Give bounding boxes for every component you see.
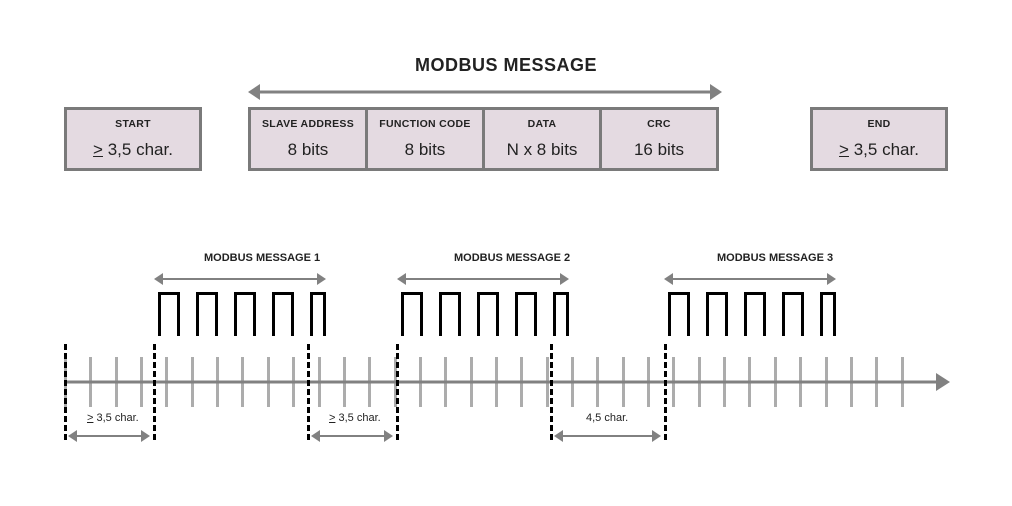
field-crc: CRC 16 bits <box>599 107 719 171</box>
message-span-arrow <box>154 272 326 286</box>
gap-dashed-line <box>307 344 310 440</box>
message-label: MODBUS MESSAGE 2 <box>454 252 570 264</box>
pulse <box>439 292 461 336</box>
message-span-arrow <box>664 272 836 286</box>
message-arrows <box>64 272 948 286</box>
gap-markers: > 3,5 char. > 3,5 char. 4,5 char. <box>64 412 948 460</box>
pulse <box>310 292 326 336</box>
message-label: MODBUS MESSAGE 1 <box>204 252 320 264</box>
field-start: START > 3,5 char. <box>64 107 202 171</box>
field-value: 8 bits <box>251 140 365 160</box>
field-header: START <box>67 118 199 130</box>
pulse <box>272 292 294 336</box>
field-slave-address: SLAVE ADDRESS 8 bits <box>248 107 368 171</box>
gap-dashed-line <box>550 344 553 440</box>
modbus-diagram: MODBUS MESSAGE START > 3,5 char. SLAVE A… <box>0 0 1012 506</box>
arrow-right-icon <box>936 373 950 391</box>
field-header: CRC <box>602 118 716 130</box>
field-value: > 3,5 char. <box>67 140 199 160</box>
diagram-title: MODBUS MESSAGE <box>0 55 1012 76</box>
pulse <box>515 292 537 336</box>
field-value: N x 8 bits <box>485 140 599 160</box>
pulses <box>64 292 948 338</box>
message-labels: MODBUS MESSAGE 1 MODBUS MESSAGE 2 MODBUS M… <box>64 252 948 270</box>
pulse <box>477 292 499 336</box>
time-axis <box>64 357 948 407</box>
pulse <box>234 292 256 336</box>
field-header: SLAVE ADDRESS <box>251 118 365 130</box>
pulse <box>706 292 728 336</box>
timeline: MODBUS MESSAGE 1 MODBUS MESSAGE 2 MODBUS M… <box>64 252 948 472</box>
field-value: 8 bits <box>368 140 482 160</box>
gap-label: > 3,5 char. <box>87 412 139 424</box>
field-value: > 3,5 char. <box>813 140 945 160</box>
gap-span-arrow <box>554 430 661 442</box>
message-span-arrow <box>248 84 722 100</box>
message-label: MODBUS MESSAGE 3 <box>717 252 833 264</box>
field-data: DATA N x 8 bits <box>482 107 602 171</box>
gap-span-arrow <box>311 430 393 442</box>
pulse <box>158 292 180 336</box>
message-span-arrow <box>397 272 569 286</box>
pulse <box>196 292 218 336</box>
pulse <box>401 292 423 336</box>
field-header: END <box>813 118 945 130</box>
pulse <box>744 292 766 336</box>
gap-dashed-line <box>396 344 399 440</box>
gap-label: > 3,5 char. <box>329 412 381 424</box>
pulse <box>668 292 690 336</box>
gap-dashed-line <box>153 344 156 440</box>
pulse <box>553 292 569 336</box>
field-value: 16 bits <box>602 140 716 160</box>
pulse <box>820 292 836 336</box>
gap-dashed-line <box>64 344 67 440</box>
field-header: FUNCTION CODE <box>368 118 482 130</box>
gap-dashed-line <box>664 344 667 440</box>
field-header: DATA <box>485 118 599 130</box>
pulse <box>782 292 804 336</box>
gap-span-arrow <box>68 430 150 442</box>
frame-fields: START > 3,5 char. SLAVE ADDRESS 8 bits F… <box>0 107 1012 179</box>
field-end: END > 3,5 char. <box>810 107 948 171</box>
gap-label: 4,5 char. <box>586 412 628 424</box>
field-function-code: FUNCTION CODE 8 bits <box>365 107 485 171</box>
